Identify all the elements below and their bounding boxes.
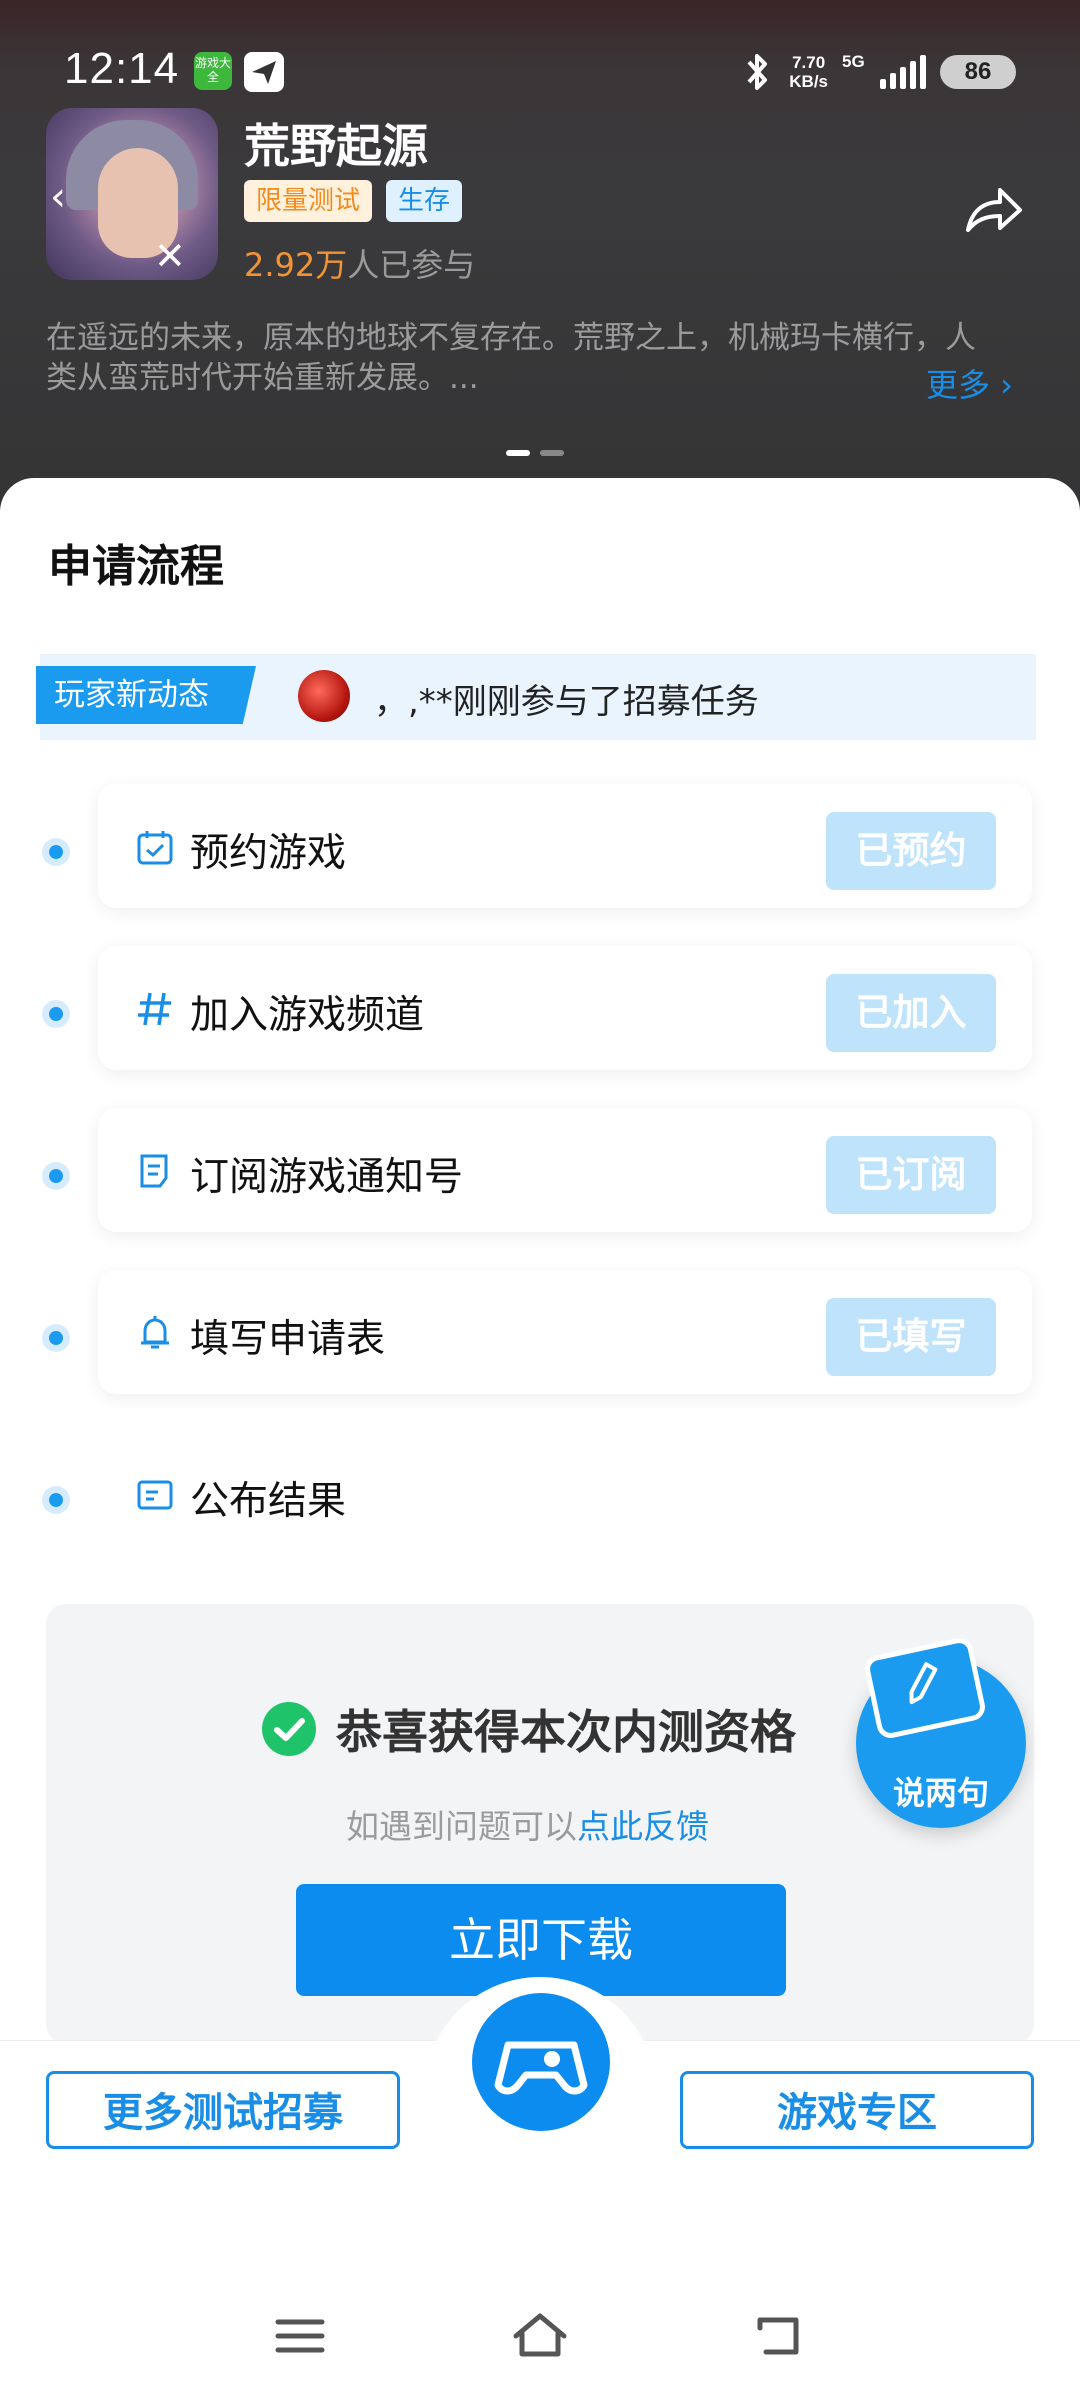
feedback-hint: 如遇到问题可以点此反馈 bbox=[346, 1807, 709, 1846]
step-label: 公布结果 bbox=[190, 1479, 347, 1524]
feedback-link[interactable]: 点此反馈 bbox=[577, 1807, 709, 1846]
step-reserve-game[interactable]: 预约游戏 已预约 bbox=[98, 784, 1032, 908]
step-join-channel[interactable]: 加入游戏频道 已加入 bbox=[98, 946, 1032, 1070]
bottom-action-bar: 更多测试招募 游戏专区 bbox=[0, 1977, 1080, 2171]
net-speed: 7.70 KB/s bbox=[789, 53, 828, 91]
tag-survival: 生存 bbox=[386, 180, 463, 222]
ticker-badge: 玩家新动态 bbox=[36, 666, 256, 724]
game-center-app-icon: 游戏大全 bbox=[194, 52, 232, 90]
home-icon[interactable] bbox=[510, 2306, 570, 2366]
participants-count: 2.92万人已参与 bbox=[244, 246, 476, 284]
bell-icon bbox=[141, 1316, 169, 1349]
game-logo-mark: ✕ bbox=[154, 234, 186, 278]
result-icon bbox=[137, 1480, 173, 1510]
reserved-button[interactable]: 已预约 bbox=[826, 812, 996, 890]
game-title: 荒野起源 bbox=[244, 119, 428, 173]
chevron-left-icon: ‹ bbox=[50, 174, 66, 220]
status-indicators: 7.70 KB/s 5G 86 bbox=[739, 48, 1016, 96]
avatar bbox=[298, 670, 350, 722]
carousel-dots bbox=[506, 450, 564, 456]
more-link[interactable]: 更多 › bbox=[926, 360, 1013, 406]
game-header: 12:14 游戏大全 7.70 KB/s 5G 86 ‹ ✕ 荒野起源 限量测试… bbox=[0, 0, 1080, 520]
game-zone-button[interactable]: 游戏专区 bbox=[680, 2071, 1034, 2149]
bluetooth-icon bbox=[747, 54, 768, 90]
step-indicator bbox=[42, 1000, 70, 1028]
game-icon[interactable]: ‹ ✕ bbox=[46, 108, 218, 280]
result-title: 恭喜获得本次内测资格 bbox=[336, 1705, 796, 1759]
player-activity-ticker: 玩家新动态 ，,**刚刚参与了招募任务 bbox=[36, 654, 1036, 740]
game-description: 在遥远的未来，原本的地球不复存在。荒野之上，机械玛卡横行，人类从蛮荒时代开始重新… bbox=[46, 320, 976, 396]
hash-icon bbox=[138, 992, 171, 1026]
menu-icon[interactable] bbox=[270, 2306, 330, 2366]
step-indicator bbox=[42, 1324, 70, 1352]
more-recruitment-button[interactable]: 更多测试招募 bbox=[46, 2071, 400, 2149]
gamepad-icon bbox=[494, 2041, 588, 2095]
send-app-icon bbox=[244, 52, 284, 92]
step-label: 订阅游戏通知号 bbox=[190, 1155, 464, 1200]
back-icon[interactable] bbox=[750, 2306, 810, 2366]
ticker-text: ，,**刚刚参与了招募任务 bbox=[374, 682, 759, 722]
step-indicator bbox=[42, 1486, 70, 1514]
step-publish-result: 公布结果 bbox=[98, 1432, 1032, 1556]
share-icon[interactable] bbox=[962, 180, 1024, 240]
system-nav-bar bbox=[0, 2240, 1080, 2400]
comment-label: 说两句 bbox=[892, 1774, 989, 1812]
notice-icon bbox=[140, 1154, 168, 1188]
signal-icon bbox=[880, 55, 926, 89]
comment-button[interactable]: 说两句 bbox=[856, 1635, 1026, 1828]
tag-limited-test: 限量测试 bbox=[244, 180, 373, 222]
filled-button[interactable]: 已填写 bbox=[826, 1298, 996, 1376]
success-check-icon bbox=[262, 1702, 316, 1756]
step-label: 填写申请表 bbox=[190, 1317, 386, 1362]
step-indicator bbox=[42, 1162, 70, 1190]
network-type: 5G bbox=[842, 52, 865, 71]
joined-button[interactable]: 已加入 bbox=[826, 974, 996, 1052]
status-time: 12:14 bbox=[64, 44, 180, 93]
section-title: 申请流程 bbox=[48, 541, 224, 592]
step-indicator bbox=[42, 838, 70, 866]
battery-indicator: 86 bbox=[940, 55, 1016, 89]
step-label: 预约游戏 bbox=[190, 831, 347, 876]
step-label: 加入游戏频道 bbox=[190, 993, 425, 1038]
step-subscribe-notice[interactable]: 订阅游戏通知号 已订阅 bbox=[98, 1108, 1032, 1232]
step-fill-application[interactable]: 填写申请表 已填写 bbox=[98, 1270, 1032, 1394]
calendar-icon bbox=[137, 831, 173, 865]
subscribed-button[interactable]: 已订阅 bbox=[826, 1136, 996, 1214]
gamepad-button[interactable] bbox=[472, 1993, 610, 2131]
